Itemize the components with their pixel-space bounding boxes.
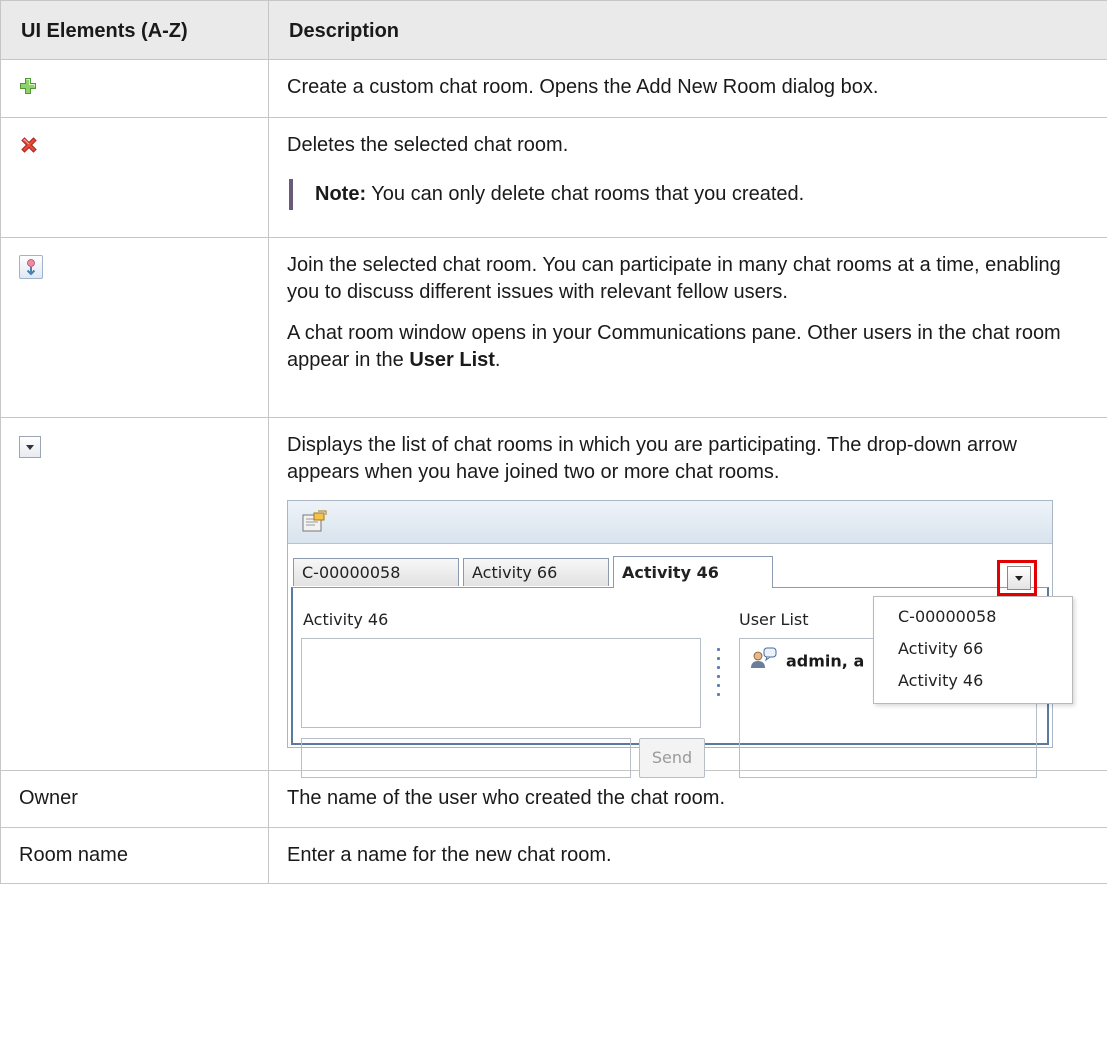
element-cell: [0, 117, 269, 238]
menu-item-c-00000058[interactable]: C-00000058: [874, 601, 1072, 633]
send-button[interactable]: Send: [639, 738, 705, 778]
table-header-row: UI Elements (A-Z) Description: [0, 0, 1107, 60]
description-cell: Join the selected chat room. You can par…: [268, 237, 1107, 418]
table-row-dropdown: Displays the list of chat rooms in which…: [0, 417, 1107, 778]
pane-toolbar: [288, 501, 1052, 544]
table-row-join: Join the selected chat room. You can par…: [0, 237, 1107, 418]
note-text: You can only delete chat rooms that you …: [366, 183, 805, 205]
menu-item-activity-66[interactable]: Activity 66: [874, 633, 1072, 665]
element-cell: Room name: [0, 827, 269, 884]
user-list-item[interactable]: admin, a: [750, 647, 864, 677]
join-room-icon: [19, 255, 43, 279]
pane-splitter[interactable]: [717, 648, 721, 708]
join-text-c: .: [494, 349, 501, 371]
add-description: Create a custom chat room. Opens the Add…: [287, 76, 879, 98]
note-label: Note:: [315, 183, 367, 205]
tab-c-00000058[interactable]: C-00000058: [293, 558, 459, 586]
dropdown-description: Displays the list of chat rooms in which…: [287, 434, 1017, 483]
table-row-delete: Deletes the selected chat room. Note: Yo…: [0, 117, 1107, 238]
dropdown-arrow-icon: [19, 436, 41, 458]
tab-activity-46[interactable]: Activity 46: [613, 556, 773, 588]
note-callout: Note: You can only delete chat rooms tha…: [289, 179, 1089, 210]
element-cell: [0, 59, 269, 118]
description-cell: Deletes the selected chat room. Note: Yo…: [268, 117, 1107, 238]
properties-icon[interactable]: [300, 509, 330, 543]
header-description: Description: [268, 0, 1107, 60]
ui-elements-table: UI Elements (A-Z) Description Create a c…: [0, 0, 1107, 884]
element-cell: [0, 417, 269, 771]
room-title: Activity 46: [303, 610, 389, 629]
join-text-a: A chat room window opens in your Communi…: [287, 322, 1061, 371]
add-plus-icon: [19, 77, 39, 97]
user-list-label: User List: [739, 610, 809, 629]
delete-x-icon: [19, 135, 39, 155]
element-cell: Owner: [0, 770, 269, 828]
menu-item-activity-46[interactable]: Activity 46: [874, 665, 1072, 697]
join-description-2: A chat room window opens in your Communi…: [287, 320, 1089, 374]
table-row-room-name: Room name Enter a name for the new chat …: [0, 827, 1107, 884]
header-ui-elements: UI Elements (A-Z): [0, 0, 269, 60]
rooms-dropdown-menu: C-00000058 Activity 66 Activity 46: [873, 596, 1073, 704]
description-cell: Create a custom chat room. Opens the Add…: [268, 59, 1107, 118]
delete-description: Deletes the selected chat room.: [287, 134, 569, 156]
description-cell: Enter a name for the new chat room.: [268, 827, 1107, 884]
tab-activity-66[interactable]: Activity 66: [463, 558, 609, 586]
table-row-add: Create a custom chat room. Opens the Add…: [0, 59, 1107, 118]
user-chat-icon: [750, 647, 778, 677]
user-name: admin, a: [786, 651, 865, 671]
user-list-term: User List: [409, 349, 495, 371]
chat-screenshot: C-00000058 Activity 66 Activity 46 Activ…: [287, 500, 1073, 778]
description-cell: The name of the user who created the cha…: [268, 770, 1107, 828]
element-cell: [0, 237, 269, 418]
chat-messages-area: [301, 638, 701, 728]
table-row-owner: Owner The name of the user who created t…: [0, 770, 1107, 828]
join-description: Join the selected chat room. You can par…: [287, 254, 1061, 303]
message-input[interactable]: [301, 738, 631, 778]
description-cell: Displays the list of chat rooms in which…: [268, 417, 1107, 778]
highlight-box: [997, 560, 1037, 596]
